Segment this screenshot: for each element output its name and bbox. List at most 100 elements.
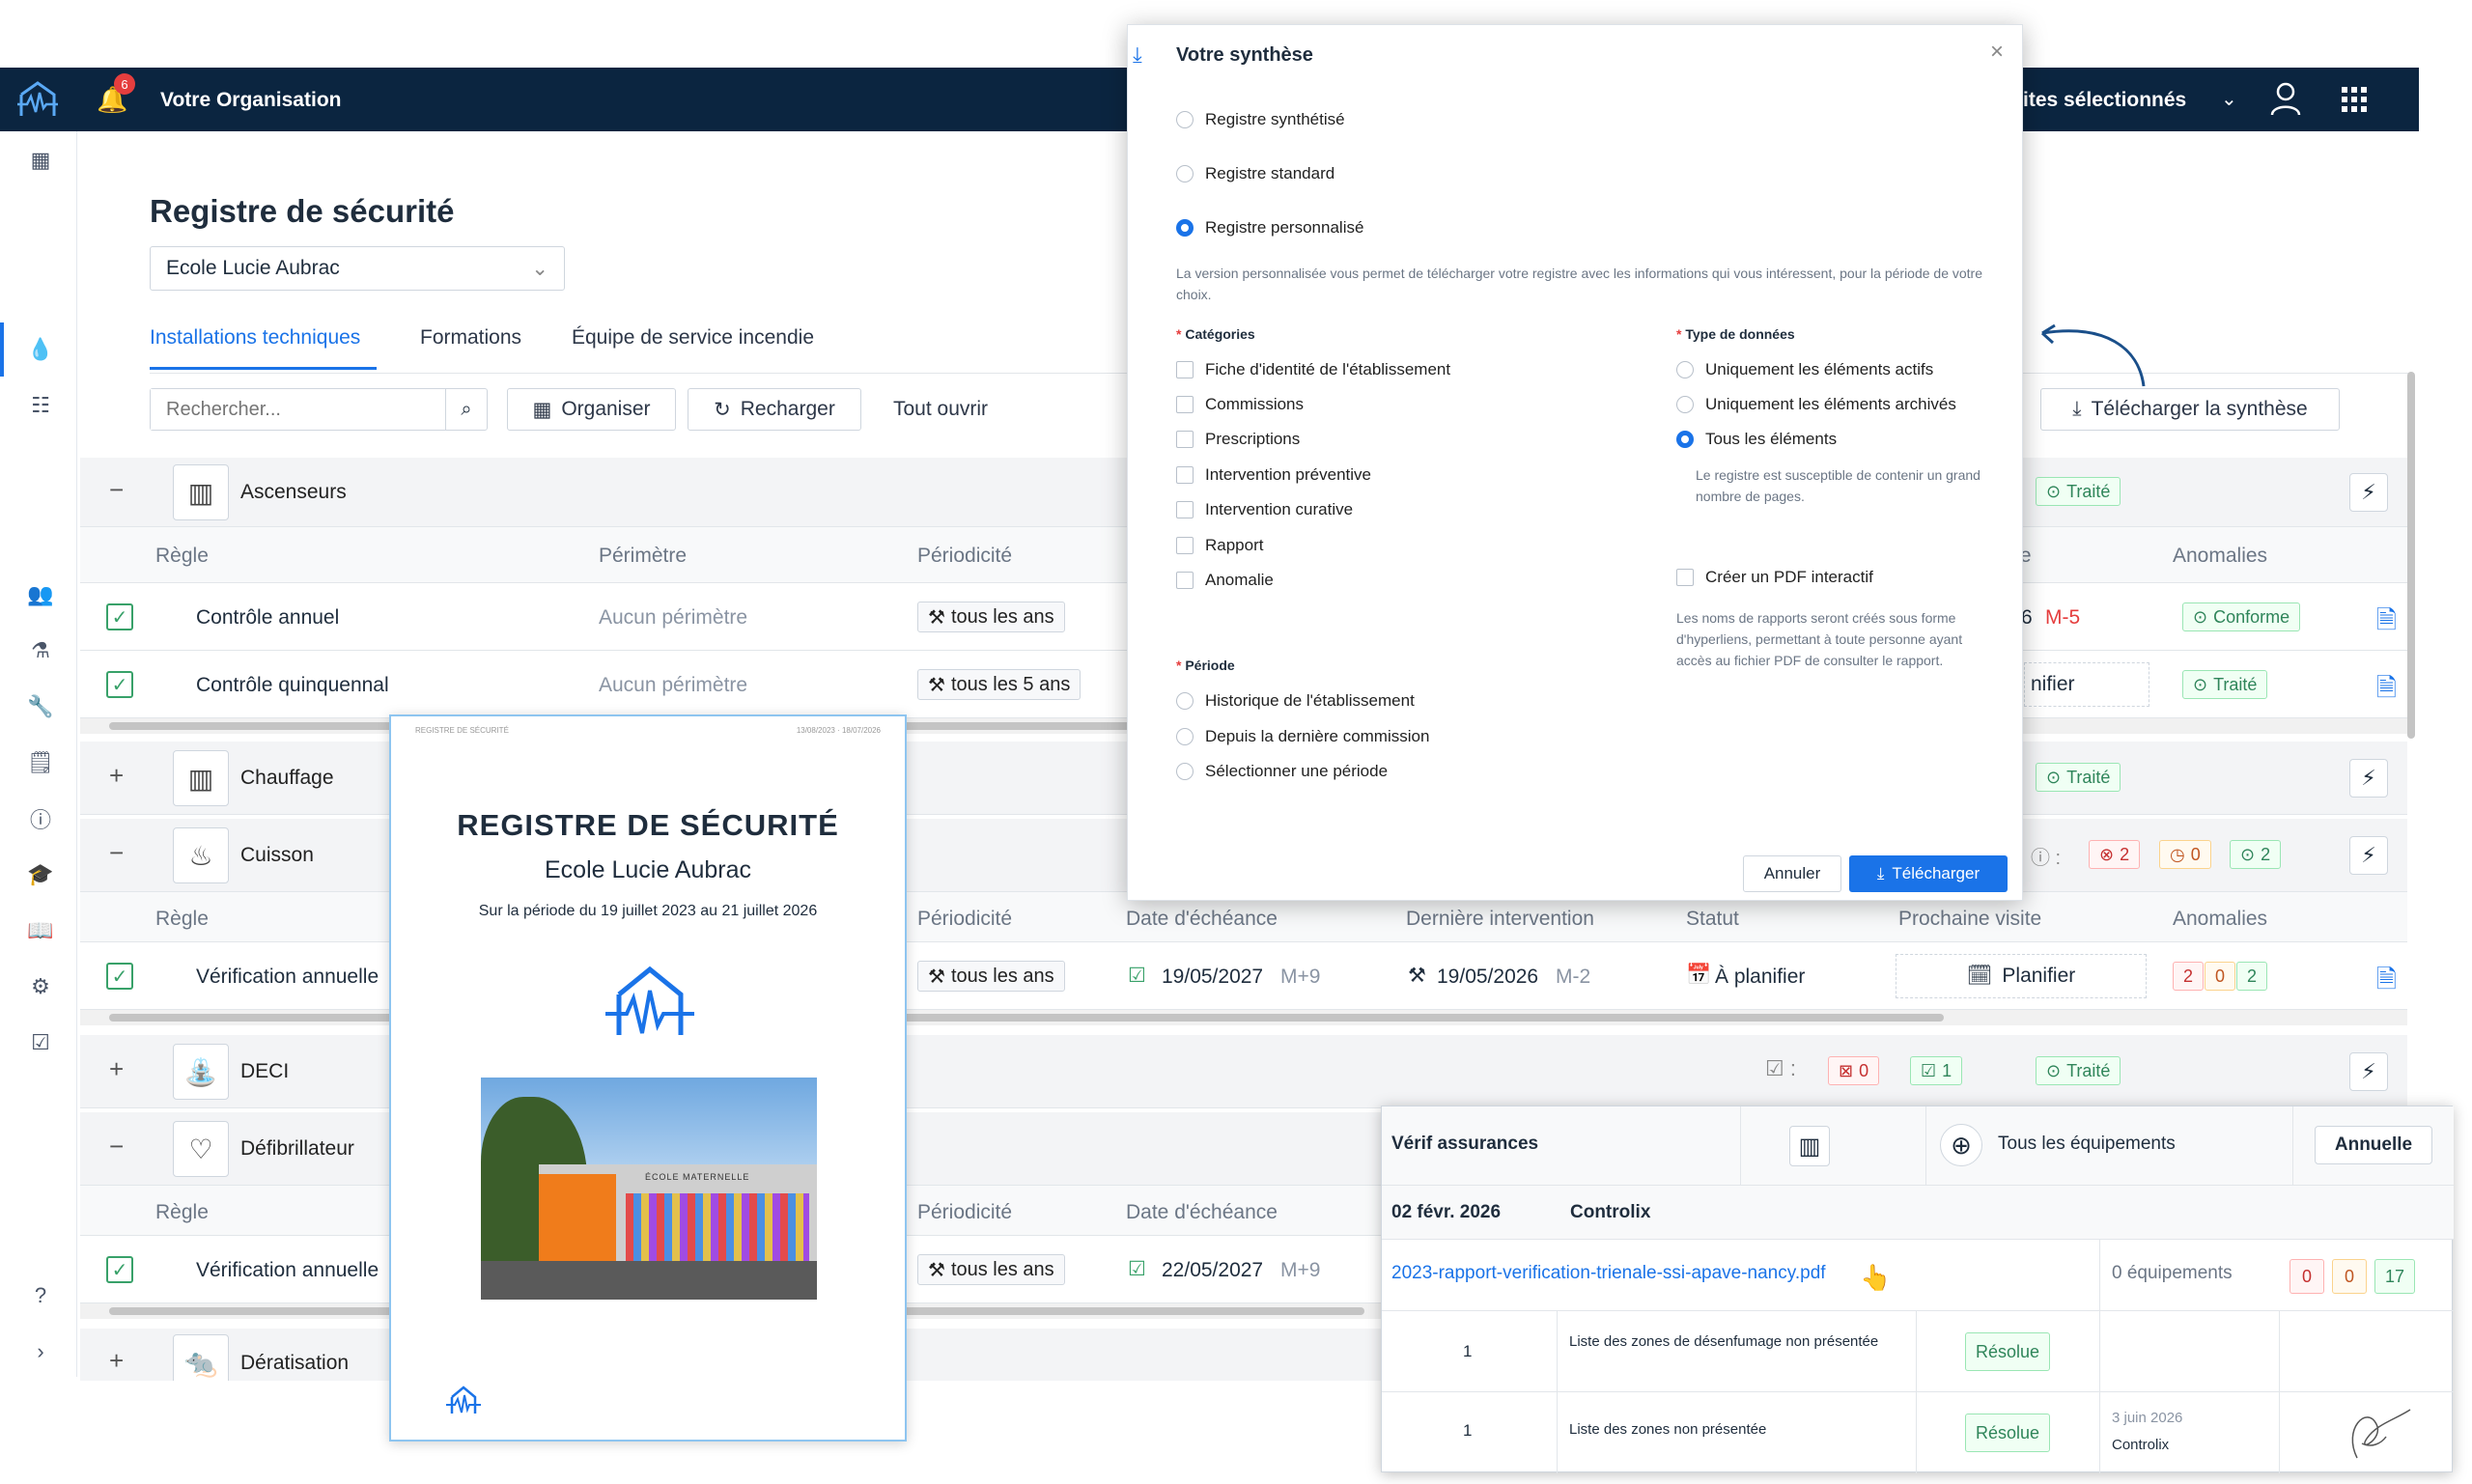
check-icon: ☑ [1128,965,1146,987]
status-badge: ⊙ Traité [2036,1056,2121,1085]
expand-icon[interactable]: + [109,761,124,791]
status-text: À planifier [1715,966,1806,988]
bolt-icon[interactable]: ⚡ [2349,759,2388,798]
collapse-icon[interactable]: − [109,475,124,505]
refresh-icon: ↻ [714,398,731,421]
arrow-annotation [2040,323,2146,387]
app-logo[interactable] [15,79,60,120]
wrench-icon[interactable]: 🔧 [21,687,60,726]
modal-title: Votre synthèse [1176,44,1313,66]
tab-installations[interactable]: Installations techniques [150,326,360,350]
data-type-label: * Type de données [1676,326,1795,342]
equipment-count-cell: 0 équipements 0 0 17 [2100,1240,2454,1311]
book-icon[interactable]: 📖 [21,911,60,950]
team-icon[interactable]: 👥 [21,575,60,614]
chevron-right-icon[interactable]: › [21,1332,60,1371]
organize-label: Organiser [561,398,651,420]
period-custom[interactable]: Sélectionner une période [1176,762,1388,781]
tab-formations[interactable]: Formations [420,326,521,350]
category-checkbox[interactable]: Intervention curative [1176,500,1353,519]
plan-button[interactable]: nifier [2024,662,2149,707]
plan-button[interactable]: 🗓 Planifier [1896,954,2147,998]
due-offset: M+9 [1280,966,1321,988]
chevron-down-icon[interactable]: ⌄ [2221,87,2237,111]
bolt-icon[interactable]: ⚡ [2349,473,2388,512]
download-icon: ⤓ [1133,42,1142,67]
category-checkbox[interactable]: Fiche d'identité de l'établissement [1176,360,1450,379]
checkbox-checked[interactable]: ✓ [106,1256,133,1283]
scope-text: Tous les équipements [1998,1134,2176,1154]
period-history[interactable]: Historique de l'établissement [1176,691,1415,711]
category-checkbox[interactable]: Prescriptions [1176,430,1300,449]
category-checkbox[interactable]: Intervention préventive [1176,465,1371,485]
elevator-icon: ▥ [173,464,229,520]
organization-name[interactable]: Votre Organisation [160,89,341,112]
column-periodicity: Périodicité [917,545,1013,567]
report-icon[interactable]: 🗒 [21,743,60,782]
site-select[interactable]: Ecole Lucie Aubrac ⌄ [150,246,565,291]
type-active[interactable]: Uniquement les éléments actifs [1676,360,1933,379]
register-icon[interactable]: ☷ [21,386,60,425]
type-all[interactable]: Tous les éléments [1676,430,1837,449]
bolt-icon[interactable]: ⚡ [2349,836,2388,875]
anomaly-green: 17 [2374,1259,2416,1294]
collapse-icon[interactable]: − [109,1132,124,1162]
download-synthesis-button[interactable]: ⤓ Télécharger la synthèse [2040,388,2340,431]
cancel-button[interactable]: Annuler [1743,855,1841,892]
alert-icon[interactable]: ⓘ [21,799,60,838]
document-icon[interactable]: 🗎 [2376,670,2397,713]
option-personnalise[interactable]: Registre personnalisé [1176,218,1363,238]
checklist-icon[interactable]: ☑ [21,1023,60,1062]
checkbox-checked[interactable]: ✓ [106,603,133,630]
document-icon[interactable]: 🗎 [2376,602,2397,645]
periodicity-pill: ⚒ tous les ans [917,602,1065,632]
user-icon[interactable] [2269,81,2302,116]
bolt-icon[interactable]: ⚡ [2349,1052,2388,1091]
frequency-badge[interactable]: Annuelle [2315,1126,2432,1164]
rule-name: Contrôle annuel [196,606,340,629]
anomaly-status-cell: Résolue [1917,1392,2100,1473]
period-last-commission[interactable]: Depuis la dernière commission [1176,727,1429,746]
expand-icon[interactable]: + [109,1346,124,1376]
interactive-pdf-checkbox[interactable]: Créer un PDF interactif [1676,568,1873,587]
download-button[interactable]: ⤓ Télécharger [1849,855,2008,892]
report-link[interactable]: 2023-rapport-verification-trienale-ssi-a… [1391,1263,1826,1284]
document-icon[interactable]: 🗎 [2376,962,2397,1004]
school-sign: ÉCOLE MATERNELLE [645,1172,750,1182]
search-icon[interactable]: ⌕ [446,389,487,430]
checkbox-checked[interactable]: ✓ [106,671,133,698]
flame-icon[interactable]: 💧 [21,330,60,369]
expand-icon[interactable]: + [109,1054,124,1084]
resolution-date: 3 juin 2026 [2112,1410,2183,1426]
status-badge: ⊙ Traité [2182,670,2268,699]
option-standard[interactable]: Registre standard [1176,164,1334,183]
category-checkbox[interactable]: Rapport [1176,536,1263,555]
search-input[interactable] [151,389,446,430]
group-name: Dératisation [240,1352,350,1374]
category-checkbox[interactable]: Commissions [1176,395,1304,414]
type-archived[interactable]: Uniquement les éléments archivés [1676,395,1956,414]
site-selector[interactable]: ites sélectionnés [2023,89,2186,112]
graduation-icon[interactable]: 🎓 [21,855,60,894]
equipment-type-cell: ▥ [1741,1106,1926,1186]
vertical-scrollbar[interactable] [2407,372,2415,739]
reload-button[interactable]: ↻ Recharger [688,388,861,431]
help-icon[interactable]: ? [21,1276,60,1315]
close-icon[interactable]: × [1990,39,2004,66]
organize-button[interactable]: ▦ Organiser [507,388,676,431]
periodicity-pill: ⚒ tous les ans [917,961,1065,992]
flask-icon[interactable]: ⚗ [21,631,60,670]
checkbox-checked[interactable]: ✓ [106,963,133,990]
gear-icon[interactable]: ⚙ [21,967,60,1006]
anomaly-badge-red: ⊠ 0 [1828,1056,1880,1085]
app-logo [605,966,694,1035]
apps-grid-icon[interactable] [2342,87,2367,112]
open-all-button[interactable]: Tout ouvrir [893,398,988,421]
synthesis-modal: ⤓ Votre synthèse × Registre synthétisé R… [1127,24,2023,901]
collapse-icon[interactable]: − [109,838,124,868]
dashboard-icon[interactable]: ▦ [21,141,60,180]
category-checkbox[interactable]: Anomalie [1176,571,1274,590]
tab-equipe[interactable]: Équipe de service incendie [572,326,814,350]
download-icon: ⤓ [1876,864,1885,882]
option-synthetise[interactable]: Registre synthétisé [1176,110,1345,129]
